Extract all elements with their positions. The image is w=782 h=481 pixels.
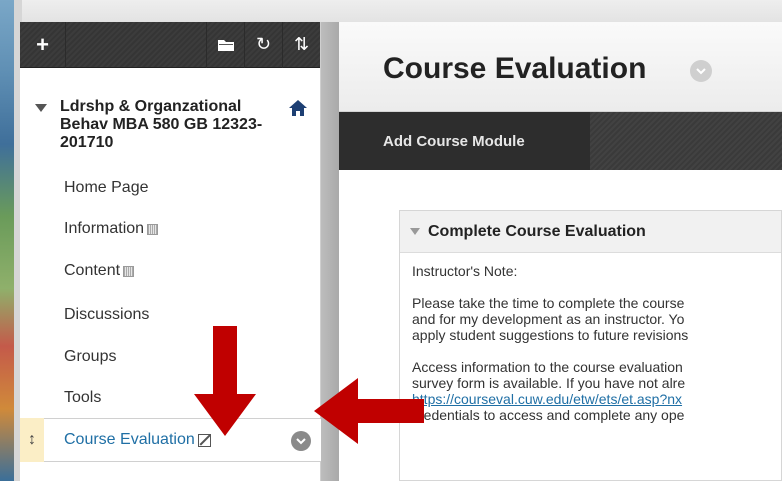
sidebar-item-discussions[interactable]: Discussions [20, 295, 300, 335]
sidebar-item-groups[interactable]: Groups [20, 337, 300, 377]
refresh-icon: ↻ [255, 34, 272, 54]
module-body: Instructor's Note: Please take the time … [400, 253, 781, 433]
sort-icon: ⇅ [293, 34, 310, 54]
home-icon[interactable] [288, 98, 308, 118]
action-bar: Add Course Module [339, 112, 782, 170]
item-options-chevron-icon[interactable] [291, 431, 311, 451]
sidebar-item-course-evaluation[interactable]: ↕ Course Evaluation [20, 418, 321, 462]
course-evaluation-link[interactable]: https://courseval.cuw.edu/etw/ets/et.asp… [412, 391, 769, 407]
refresh-button[interactable]: ↻ [244, 21, 282, 68]
page-title: Course Evaluation [383, 52, 647, 85]
sidebar-item-label: Home Page [64, 179, 149, 196]
module-text-line: Access information to the course evaluat… [412, 359, 683, 375]
add-course-module-button[interactable]: Add Course Module [339, 112, 590, 170]
module-text-line: survey form is available. If you have no… [412, 375, 686, 391]
course-menu-toolbar: + ↻ ⇅ [20, 21, 320, 68]
sidebar-item-label[interactable]: Course Evaluation [64, 431, 195, 449]
drag-handle-icon[interactable]: ↕ [20, 418, 44, 462]
hidden-from-students-icon [147, 223, 159, 235]
sidebar-item-label: Groups [64, 348, 117, 365]
hidden-from-students-icon [123, 265, 135, 277]
top-strip [0, 0, 782, 22]
module-text-line: apply student suggestions to future revi… [412, 327, 689, 343]
course-title[interactable]: Ldrshp & Organzational Behav MBA 580 GB … [60, 98, 280, 152]
sidebar-item-label: Discussions [64, 306, 150, 323]
sidebar-item-label: Content [64, 262, 121, 279]
page-options-chevron-icon[interactable] [690, 60, 712, 82]
window-edge [0, 0, 14, 481]
sidebar-item-label: Tools [64, 389, 102, 406]
module-title: Complete Course Evaluation [428, 222, 646, 240]
folder-view-button[interactable] [206, 21, 244, 68]
module-text-line: and for my development as an instructor.… [412, 311, 685, 327]
folder-icon [217, 39, 234, 51]
module-text-line: credentials to access and complete any o… [412, 407, 685, 423]
course-header: Ldrshp & Organzational Behav MBA 580 GB … [20, 68, 320, 178]
page-header: Course Evaluation [339, 22, 782, 112]
sidebar-item-label: Information [64, 220, 145, 237]
sidebar-item-information[interactable]: Information [20, 209, 300, 249]
instructor-note-label: Instructor's Note: [412, 263, 518, 279]
sidebar-item-content[interactable]: Content [20, 251, 300, 291]
add-menu-item-button[interactable]: + [20, 21, 66, 68]
sidebar-item-home-page[interactable]: Home Page [20, 168, 300, 208]
reorder-button[interactable]: ⇅ [282, 21, 320, 68]
annotation-arrow-down [194, 326, 256, 436]
module-header[interactable]: Complete Course Evaluation [400, 211, 781, 253]
module-collapse-caret-icon[interactable] [410, 228, 420, 235]
course-module: Complete Course Evaluation Instructor's … [399, 210, 782, 481]
collapse-caret-icon[interactable] [35, 104, 47, 112]
sidebar-item-tools[interactable]: Tools [20, 378, 300, 418]
module-text-line: Please take the time to complete the cou… [412, 295, 685, 311]
annotation-arrow-left [314, 378, 424, 444]
